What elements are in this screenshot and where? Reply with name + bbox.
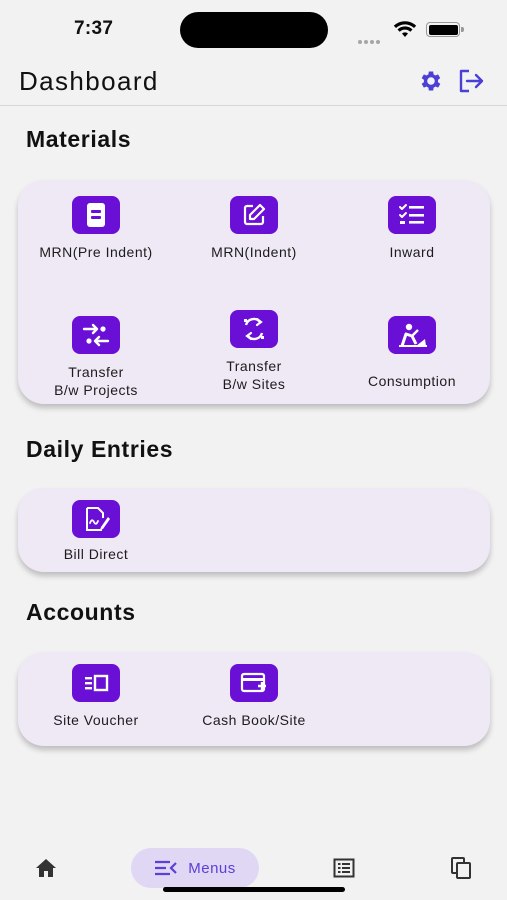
status-time: 7:37: [74, 18, 114, 39]
tile-label: Transfer B/w Projects: [54, 364, 138, 398]
add-card-icon: [230, 664, 278, 702]
voucher-icon: [72, 664, 120, 702]
accounts-card: Site Voucher Cash Book/Site: [18, 652, 490, 746]
copy-icon: [451, 857, 471, 879]
tile-label: MRN(Pre Indent): [39, 244, 153, 260]
inward-tile[interactable]: Inward: [334, 196, 490, 261]
nav-list[interactable]: [324, 848, 364, 888]
tile-label: MRN(Indent): [211, 244, 297, 260]
nav-copy[interactable]: [441, 848, 481, 888]
mrn-indent-tile[interactable]: MRN(Indent): [176, 196, 332, 261]
transfer-sites-icon: [230, 310, 278, 348]
gear-icon[interactable]: [418, 68, 444, 94]
transfer-projects-icon: [72, 316, 120, 354]
mrn-pre-indent-tile[interactable]: MRN(Pre Indent): [18, 196, 174, 261]
daily-entries-section-title: Daily Entries: [26, 436, 174, 462]
list-icon: [333, 858, 355, 878]
tile-label: Site Voucher: [53, 712, 139, 728]
cash-book-site-tile[interactable]: Cash Book/Site: [176, 664, 332, 729]
nav-menus[interactable]: Menus: [131, 848, 259, 888]
bill-direct-tile[interactable]: Bill Direct: [18, 500, 174, 563]
tile-label: Inward: [389, 244, 435, 260]
consumption-tile[interactable]: Consumption: [334, 316, 490, 390]
nav-home[interactable]: [26, 848, 66, 888]
nav-menus-label: Menus: [188, 859, 236, 877]
wifi-icon: [393, 21, 417, 37]
battery-icon: [426, 22, 464, 37]
menu-icon: [155, 860, 178, 876]
transfer-projects-tile[interactable]: Transfer B/w Projects: [18, 316, 174, 399]
tile-label: Bill Direct: [63, 546, 129, 562]
document-icon: [72, 196, 120, 234]
materials-card: MRN(Pre Indent) MRN(Indent) Inward Trans…: [18, 180, 490, 404]
edit-icon: [230, 196, 278, 234]
tile-label: Cash Book/Site: [202, 712, 306, 728]
logout-icon[interactable]: [457, 68, 485, 94]
site-voucher-tile[interactable]: Site Voucher: [18, 664, 174, 729]
status-bar: 7:37: [0, 0, 507, 58]
tile-label: Transfer B/w Sites: [222, 358, 286, 392]
daily-entries-card: Bill Direct: [18, 488, 490, 572]
transfer-sites-tile[interactable]: Transfer B/w Sites: [176, 310, 332, 393]
accounts-section-title: Accounts: [26, 599, 136, 625]
tile-label: Consumption: [368, 373, 456, 389]
page-title: Dashboard: [19, 66, 159, 96]
home-indicator: [163, 887, 345, 892]
materials-section-title: Materials: [26, 126, 132, 152]
dynamic-island: [180, 12, 328, 48]
signature-icon: [72, 500, 120, 538]
app-bar: Dashboard: [0, 58, 507, 106]
home-icon: [36, 859, 56, 877]
checklist-icon: [388, 196, 436, 234]
construction-worker-icon: [388, 316, 436, 354]
cellular-signal-icon: [358, 31, 382, 49]
